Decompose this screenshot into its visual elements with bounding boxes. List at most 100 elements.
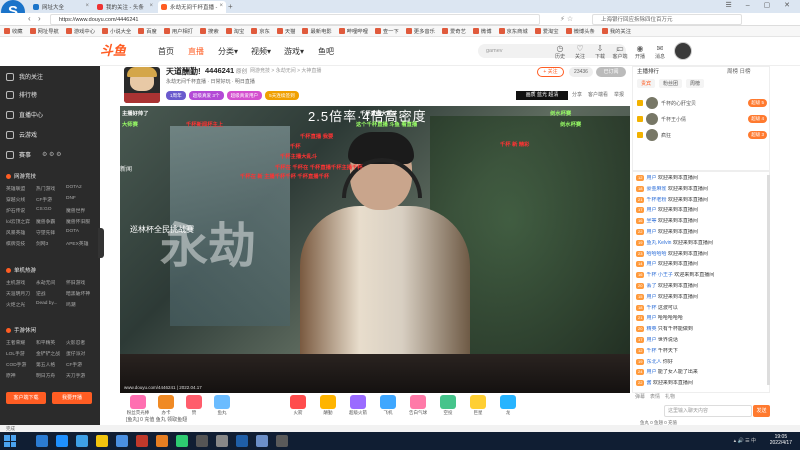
room-category[interactable]: 网游竞技 > 永劫无间 > 大神直播 (250, 67, 321, 74)
new-tab-icon[interactable]: + (228, 2, 233, 11)
gift-icon[interactable]: 礼物 (665, 393, 675, 403)
avatar[interactable] (646, 113, 658, 125)
sidebar-category-item[interactable]: 守望先锋 (36, 229, 66, 236)
subscribed-button[interactable]: 已订阅 (596, 67, 626, 77)
chat-message[interactable]: 14 用户 欢迎来到本直播间 (636, 261, 768, 268)
nav-category[interactable]: 分类▾ (218, 46, 238, 57)
chat-username[interactable]: 用户 (646, 175, 656, 181)
browser-tab[interactable]: 我的关注 - 头条 × (94, 1, 156, 13)
chat-message[interactable]: 19 东北人 你好 (636, 358, 768, 365)
system-tray[interactable]: ▴ 🔊 ☰ 中 (734, 437, 756, 444)
bookmark-item[interactable]: 收藏 (4, 27, 23, 35)
sidebar-category-item[interactable]: 穿越火线 (6, 196, 36, 203)
sidebar-category-item[interactable]: APEX英雄 (66, 240, 96, 247)
sidebar-category-item[interactable]: 永劫无间 (36, 279, 66, 286)
bookmark-item[interactable]: 微博 (472, 27, 492, 35)
chat-message[interactable]: 17 用户 欢迎来到本直播间 (636, 207, 768, 214)
bookmark-item[interactable]: 最新电影 (302, 27, 332, 35)
quality-button[interactable]: 画质 蓝光 超清 (516, 91, 568, 100)
rank-toggle[interactable]: 周榜 日榜 (727, 67, 751, 75)
rank-row[interactable]: 千杯王小倩 超级 4 (637, 113, 767, 125)
sidebar-section-title[interactable]: 网游竞技 (6, 172, 36, 180)
chat-message[interactable]: 23 哈哈哈哈 欢迎来到本直播间 (636, 250, 768, 257)
sidebar-section-title[interactable]: 单机热游 (6, 266, 36, 274)
chat-message[interactable]: 21 千杯老粉 欢迎来到本直播间 (636, 196, 768, 203)
chat-message[interactable]: 20 精英 只有千杯能做到 (636, 326, 768, 333)
start-button[interactable] (4, 435, 16, 447)
taskbar-app-icon[interactable] (216, 435, 228, 447)
streamer-avatar[interactable] (124, 67, 160, 103)
message-icon[interactable]: ✉ 消息 (652, 44, 668, 60)
bookmark-item[interactable]: 淘宝 (225, 27, 244, 35)
chat-scrollbar[interactable] (767, 175, 770, 385)
chat-username[interactable]: 用户 (646, 207, 656, 213)
clock[interactable]: 19:05 2022/4/17 (770, 434, 792, 446)
chat-message[interactable]: 20 丢了 欢迎来到本直播间 (636, 283, 768, 289)
bookmark-item[interactable]: 京东商城 (498, 27, 528, 35)
sidebar-item-follow[interactable]: 我的关注 (6, 72, 43, 81)
chat-username[interactable]: 坐等 (646, 218, 656, 224)
sidebar-category-item[interactable]: CF手游 (66, 361, 96, 368)
charge-bar[interactable]: [鱼丸] 0 充值 鱼丸 领取鱼翅 (126, 416, 187, 423)
sidebar-category-item[interactable]: 棋牌竞技 (6, 240, 36, 247)
bookmark-item[interactable]: 游戏中心 (65, 27, 95, 35)
chat-message[interactable]: 16 坐等 欢迎来到本直播间 (636, 218, 768, 225)
taskbar-app-icon[interactable] (156, 435, 168, 447)
client-link[interactable]: 客户端看 (588, 91, 608, 98)
sidebar-category-item[interactable]: 怀旧游戏 (66, 279, 96, 286)
back-icon[interactable]: ‹ (28, 14, 31, 23)
lightning-icon[interactable]: ⚡ ☆ (560, 15, 573, 23)
taskbar-app-icon[interactable] (276, 435, 288, 447)
rank-row[interactable]: 千杯的心肝宝贝 超级 5 (637, 97, 767, 109)
share-link[interactable]: 分享 (572, 91, 582, 98)
taskbar-app-icon[interactable] (256, 435, 268, 447)
chat-username[interactable]: 精英 (646, 326, 656, 332)
taskbar-app-icon[interactable] (36, 435, 48, 447)
sidebar-category-item[interactable]: 主机游戏 (6, 279, 36, 286)
sidebar-category-item[interactable]: COD手游 (6, 361, 36, 368)
taskbar-app-icon[interactable] (96, 435, 108, 447)
bookmark-item[interactable]: 更多音乐 (405, 27, 435, 35)
window-controls[interactable]: ☰ – ▢ ✕ (726, 1, 796, 9)
sidebar-item-esports[interactable]: 赛事 ⚙ ⚙ ⚙ (6, 150, 62, 159)
sidebar-category-item[interactable]: 王者荣耀 (6, 339, 36, 346)
sidebar-category-item[interactable]: 剑网3 (36, 240, 66, 247)
room-badge[interactable]: 5天连续签到 (265, 91, 299, 100)
sidebar-item-rank[interactable]: 排行榜 (6, 90, 37, 99)
client-download-button[interactable]: 客户端下载 (6, 392, 46, 404)
chat-message[interactable]: 22 酱 欢迎来到本直播间 (636, 380, 768, 387)
bookmark-item[interactable]: 小说大全 (102, 27, 131, 35)
gift-item[interactable]: 超级火箭 (346, 395, 370, 416)
chat-username[interactable]: 哈哈哈哈 (646, 251, 666, 257)
sidebar-category-item[interactable]: 魔兽争霸 (36, 218, 66, 225)
bookmark-item[interactable]: 查一下 (374, 27, 399, 35)
sidebar-category-item[interactable]: 第五人格 (36, 361, 66, 368)
bookmark-item[interactable]: 爱奇艺 (441, 27, 466, 35)
sidebar-category-item[interactable]: 魔兽世界 (66, 207, 96, 214)
close-icon[interactable]: × (149, 3, 153, 9)
tab-vip[interactable]: 贵宾 (637, 79, 656, 88)
chat-username[interactable]: 丢了 (646, 283, 656, 289)
send-button[interactable]: 发送 (753, 405, 770, 417)
sidebar-collapse-handle[interactable] (98, 228, 104, 258)
download-icon[interactable]: ⇩ 下载 (592, 44, 608, 60)
taskbar-app-icon[interactable] (236, 435, 248, 447)
chat-username[interactable]: 千杯 (646, 348, 656, 354)
gift-item[interactable]: 飞机 (376, 395, 400, 416)
gift-item[interactable]: 鱼丸 (210, 395, 234, 416)
sidebar-category-item[interactable]: DOTA (66, 229, 96, 236)
chat-message[interactable]: 12 千杯 千杯天下 (636, 347, 768, 354)
nav-games[interactable]: 游戏▾ (284, 46, 304, 57)
chat-message[interactable]: 15 用户 欢迎来到本直播间 (636, 293, 768, 300)
gift-item[interactable]: 酬勤 (316, 395, 340, 416)
sidebar-item-cloud-game[interactable]: 云游戏 (6, 130, 37, 139)
site-logo[interactable]: 斗鱼 (100, 40, 134, 62)
chat-input[interactable]: 这里输入聊天内容 (664, 405, 752, 417)
sidebar-category-item[interactable]: 火影忍者 (66, 339, 96, 346)
bookmark-item[interactable]: 天猫 (276, 27, 295, 35)
rank-row[interactable]: 疯狂 超级 3 (637, 129, 767, 141)
bookmark-item[interactable]: 百度 (138, 27, 157, 35)
room-badge[interactable]: 超级真爱用户 (226, 91, 263, 100)
room-badge[interactable]: 超级真爱 3个 (188, 91, 224, 100)
chat-username[interactable]: 用户 (646, 315, 656, 321)
